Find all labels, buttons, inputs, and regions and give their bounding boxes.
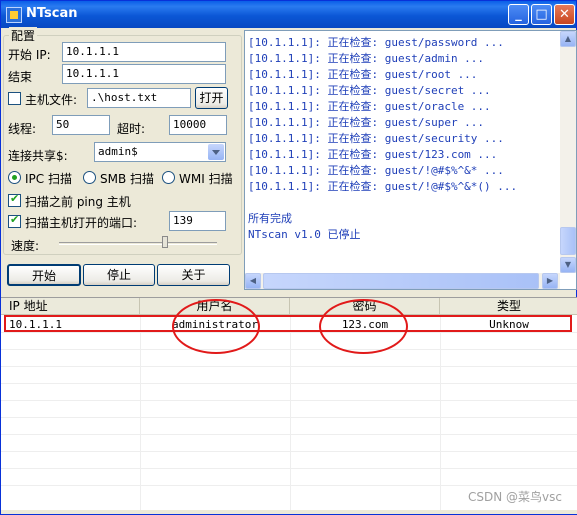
speed-slider-track[interactable] xyxy=(59,242,217,245)
speed-slider-thumb[interactable] xyxy=(162,236,168,248)
horizontal-scroll-thumb[interactable] xyxy=(263,273,539,289)
log-line: [10.1.1.1]: 正在检查: guest/!@#$%^&* ... xyxy=(248,164,504,177)
log-vertical-scrollbar[interactable]: ▲ ▼ xyxy=(560,31,576,273)
table-gridline xyxy=(1,349,577,350)
radio-smb-scan[interactable] xyxy=(83,171,96,184)
window-title: NTscan xyxy=(26,6,78,21)
table-gridline xyxy=(1,451,577,452)
start-ip-label: 开始 IP: xyxy=(8,48,51,62)
speed-label: 速度: xyxy=(11,239,40,253)
chevron-down-icon[interactable] xyxy=(208,144,224,160)
table-gridline xyxy=(1,417,577,418)
table-gridline xyxy=(1,400,577,401)
highlight-box xyxy=(4,315,572,332)
vertical-scroll-thumb[interactable] xyxy=(560,227,576,255)
start-button[interactable]: 开始 xyxy=(7,264,81,286)
log-line: [10.1.1.1]: 正在检查: guest/security ... xyxy=(248,132,504,145)
table-gridline xyxy=(1,332,577,333)
maximize-button[interactable]: □ xyxy=(531,4,552,25)
title-bar[interactable]: NTscan _ □ ✕ xyxy=(1,1,576,28)
log-line: [10.1.1.1]: 正在检查: guest/password ... xyxy=(248,36,504,49)
scroll-up-icon[interactable]: ▲ xyxy=(560,31,576,47)
hostfile-label: 主机文件: xyxy=(25,93,78,107)
table-gridline xyxy=(140,315,141,511)
stop-button[interactable]: 停止 xyxy=(83,264,155,286)
log-line: [10.1.1.1]: 正在检查: guest/!@#$%^&*() ... xyxy=(248,180,518,193)
table-gridline xyxy=(1,434,577,435)
status-bar xyxy=(1,510,577,514)
timeout-input[interactable]: 10000 xyxy=(169,115,227,135)
end-ip-label: 结束 xyxy=(8,70,33,84)
close-button[interactable]: ✕ xyxy=(554,4,575,25)
column-type[interactable]: 类型 xyxy=(440,298,577,315)
table-gridline xyxy=(1,383,577,384)
radio-ipc-label: IPC 扫描 xyxy=(25,172,72,186)
share-select-value: admin$ xyxy=(98,145,138,158)
ntscan-window: NTscan _ □ ✕ 配置 开始 IP: 10.1.1.1 结束 10.1.… xyxy=(0,0,577,515)
watermark: CSDN @菜鸟vsc xyxy=(468,490,562,504)
highlight-ellipse-username xyxy=(172,299,260,354)
threads-label: 线程: xyxy=(8,122,37,136)
log-output[interactable]: [10.1.1.1]: 正在检查: guest/password ... [10… xyxy=(244,30,577,290)
highlight-ellipse-password xyxy=(319,299,408,354)
scroll-down-icon[interactable]: ▼ xyxy=(560,257,576,273)
log-line: [10.1.1.1]: 正在检查: guest/secret ... xyxy=(248,84,491,97)
log-line: [10.1.1.1]: 正在检查: guest/admin ... xyxy=(248,52,485,65)
threads-input[interactable]: 50 xyxy=(52,115,110,135)
table-gridline xyxy=(290,315,291,511)
hostfile-input[interactable]: .\host.txt xyxy=(87,88,191,108)
table-gridline xyxy=(1,366,577,367)
log-line: [10.1.1.1]: 正在检查: guest/oracle ... xyxy=(248,100,491,113)
scroll-left-icon[interactable]: ◀ xyxy=(245,273,261,289)
log-stopped: NTscan v1.0 已停止 xyxy=(248,228,361,241)
port-input[interactable]: 139 xyxy=(169,211,226,231)
port-scan-checkbox[interactable] xyxy=(8,213,21,228)
log-line: [10.1.1.1]: 正在检查: guest/super ... xyxy=(248,116,485,129)
radio-smb-label: SMB 扫描 xyxy=(100,172,155,186)
timeout-label: 超时: xyxy=(117,122,146,136)
share-select[interactable]: admin$ xyxy=(94,142,226,162)
table-gridline xyxy=(1,468,577,469)
log-done: 所有完成 xyxy=(248,212,292,225)
share-label: 连接共享$: xyxy=(8,149,68,163)
start-ip-input[interactable]: 10.1.1.1 xyxy=(62,42,226,62)
minimize-button[interactable]: _ xyxy=(508,4,529,25)
port-scan-label: 扫描主机打开的端口: xyxy=(25,216,138,230)
column-ip[interactable]: IP 地址 xyxy=(1,298,140,315)
scroll-right-icon[interactable]: ▶ xyxy=(542,273,558,289)
table-gridline xyxy=(1,485,577,486)
open-file-button[interactable]: 打开 xyxy=(195,87,228,109)
log-horizontal-scrollbar[interactable]: ◀ ▶ xyxy=(245,273,560,289)
radio-wmi-label: WMI 扫描 xyxy=(179,172,233,186)
ping-label: 扫描之前 ping 主机 xyxy=(25,195,131,209)
log-line: [10.1.1.1]: 正在检查: guest/root ... xyxy=(248,68,478,81)
config-group-label: 配置 xyxy=(9,27,38,44)
app-icon xyxy=(6,7,22,23)
ping-checkbox[interactable] xyxy=(8,192,21,207)
results-table-header: IP 地址 用户名 密码 类型 xyxy=(1,298,577,315)
end-ip-input[interactable]: 10.1.1.1 xyxy=(62,64,226,84)
table-gridline xyxy=(440,315,441,511)
about-button[interactable]: 关于 xyxy=(157,264,230,286)
log-line: [10.1.1.1]: 正在检查: guest/123.com ... xyxy=(248,148,498,161)
radio-ipc-scan[interactable] xyxy=(8,171,21,184)
radio-wmi-scan[interactable] xyxy=(162,171,175,184)
hostfile-checkbox[interactable] xyxy=(8,92,21,105)
